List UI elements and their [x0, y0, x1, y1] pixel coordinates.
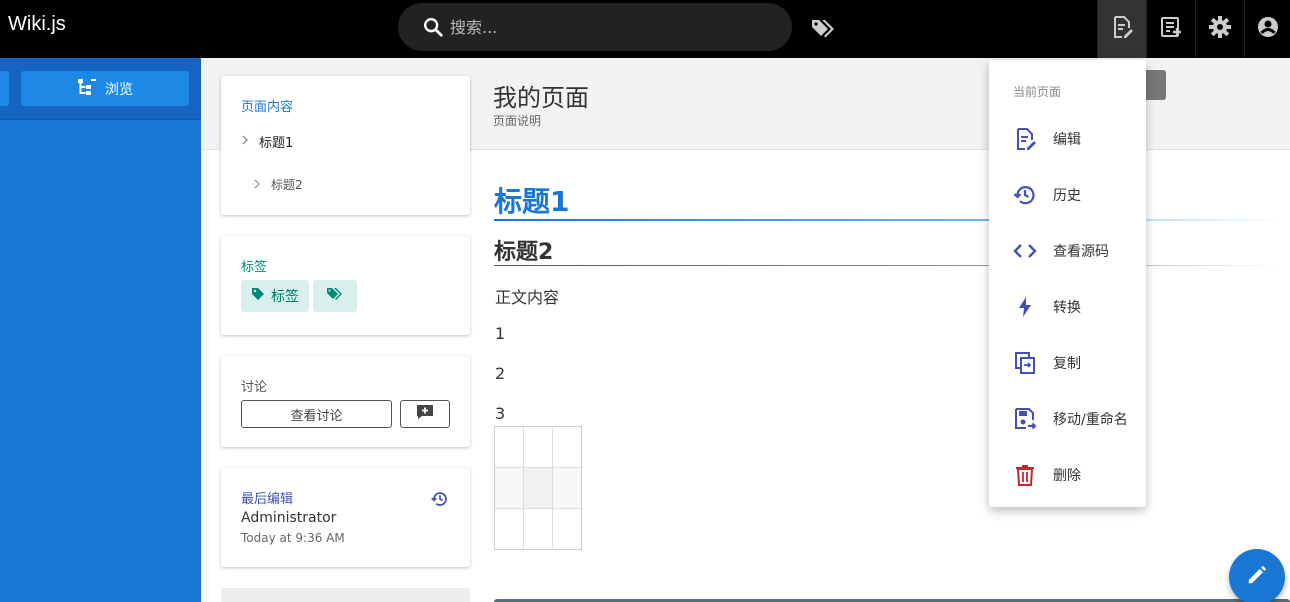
move-icon: [1013, 407, 1037, 431]
bolt-icon: [1013, 295, 1037, 319]
chevron-right-icon: [253, 178, 261, 192]
menu-item-label: 复制: [1053, 356, 1081, 372]
chevron-right-icon: [241, 134, 249, 149]
view-discussion-button[interactable]: 查看讨论: [241, 400, 392, 428]
toc-item-label: 标题2: [271, 178, 303, 192]
table-cell: [495, 427, 524, 468]
more-card: [221, 588, 470, 602]
menu-item-source[interactable]: 查看源码: [989, 223, 1146, 279]
menu-item-convert[interactable]: 转换: [989, 279, 1146, 335]
new-page-button[interactable]: [1146, 0, 1195, 58]
heading-2-underline: [494, 265, 1280, 266]
content-table: [494, 426, 582, 550]
tree-icon: [77, 78, 97, 100]
left-nav: 浏览: [0, 58, 201, 602]
toc-card: 页面内容 标题1 标题2: [221, 76, 470, 215]
code-icon: [1013, 239, 1037, 263]
gear-icon: [1208, 15, 1232, 43]
duplicate-icon: [1013, 351, 1037, 375]
new-page-icon: [1159, 15, 1183, 43]
discussion-title: 讨论: [241, 380, 268, 395]
account-button[interactable]: [1244, 0, 1290, 58]
menu-item-label: 转换: [1053, 300, 1081, 316]
table-cell: [524, 468, 553, 509]
tag-chip[interactable]: 标签: [241, 280, 309, 312]
browse-label: 浏览: [105, 81, 133, 98]
admin-button[interactable]: [1195, 0, 1244, 58]
content-paragraph: 正文内容: [495, 288, 560, 307]
menu-item-label: 编辑: [1053, 132, 1081, 148]
menu-item-edit[interactable]: 编辑: [989, 111, 1146, 167]
tag-chip-label: 标签: [271, 289, 299, 305]
edit-fab-button[interactable]: [1229, 549, 1285, 602]
top-bar: Wiki.js: [0, 0, 1290, 58]
toc-title: 页面内容: [241, 100, 294, 115]
brand-title[interactable]: Wiki.js: [8, 13, 66, 36]
toc-item-label: 标题1: [259, 136, 294, 151]
add-comment-icon: [416, 404, 434, 424]
nav-mode-main-button[interactable]: [0, 71, 9, 106]
new-comment-button[interactable]: [400, 400, 450, 428]
content-heading-2: 标题2: [494, 240, 554, 265]
table-cell: [495, 509, 524, 549]
last-edit-author: Administrator: [241, 510, 337, 526]
history-icon[interactable]: [431, 490, 449, 512]
table-cell: [553, 427, 581, 468]
all-tags-chip[interactable]: [313, 280, 357, 312]
menu-header: 当前页面: [1013, 85, 1062, 99]
menu-item-move[interactable]: 移动/重命名: [989, 391, 1146, 447]
last-edit-title: 最后编辑: [241, 492, 294, 507]
edit-page-icon: [1110, 15, 1134, 43]
table-cell: [524, 509, 553, 549]
page-title: 我的页面: [493, 84, 589, 112]
content-paragraph: 1: [495, 324, 506, 343]
page-description: 页面说明: [493, 114, 542, 128]
tags-icon[interactable]: [808, 12, 840, 44]
search-box[interactable]: [398, 3, 792, 51]
table-cell: [553, 468, 581, 509]
discussion-card: 讨论 查看讨论: [221, 356, 470, 447]
tags-icon: [326, 287, 344, 305]
history-icon: [1013, 183, 1037, 207]
tag-icon: [251, 287, 265, 305]
search-input[interactable]: [450, 15, 770, 39]
tags-title: 标签: [241, 260, 268, 275]
content-paragraph: 3: [495, 404, 506, 423]
heading-1-underline: [494, 219, 1280, 221]
search-icon: [422, 16, 444, 42]
table-cell: [553, 509, 581, 549]
menu-item-label: 删除: [1053, 468, 1081, 484]
edit-page-icon: [1013, 127, 1037, 151]
nav-mode-bar: 浏览: [0, 58, 201, 120]
toc-item[interactable]: 标题2: [253, 176, 303, 193]
last-edit-card: 最后编辑 Administrator Today at 9:36 AM: [221, 468, 470, 567]
table-cell: [495, 468, 524, 509]
browse-button[interactable]: 浏览: [21, 71, 189, 106]
menu-item-history[interactable]: 历史: [989, 167, 1146, 223]
last-edit-time: Today at 9:36 AM: [241, 531, 345, 545]
menu-item-label: 移动/重命名: [1053, 412, 1128, 428]
menu-item-delete[interactable]: 删除: [989, 447, 1146, 503]
page-actions-button[interactable]: [1097, 0, 1146, 58]
menu-item-label: 查看源码: [1053, 244, 1109, 260]
account-icon: [1256, 15, 1280, 43]
toc-item[interactable]: 标题1: [241, 132, 293, 151]
tags-card: 标签 标签: [221, 236, 470, 335]
delete-icon: [1013, 463, 1037, 487]
table-cell: [524, 427, 553, 468]
page-actions-menu: 当前页面 编辑 历史 查看源码 转换 复制 移动/重命名 删除: [989, 60, 1146, 507]
menu-item-label: 历史: [1053, 188, 1081, 204]
menu-item-duplicate[interactable]: 复制: [989, 335, 1146, 391]
pencil-icon: [1246, 564, 1268, 590]
content-heading-1: 标题1: [494, 185, 570, 218]
content-paragraph: 2: [495, 364, 506, 383]
